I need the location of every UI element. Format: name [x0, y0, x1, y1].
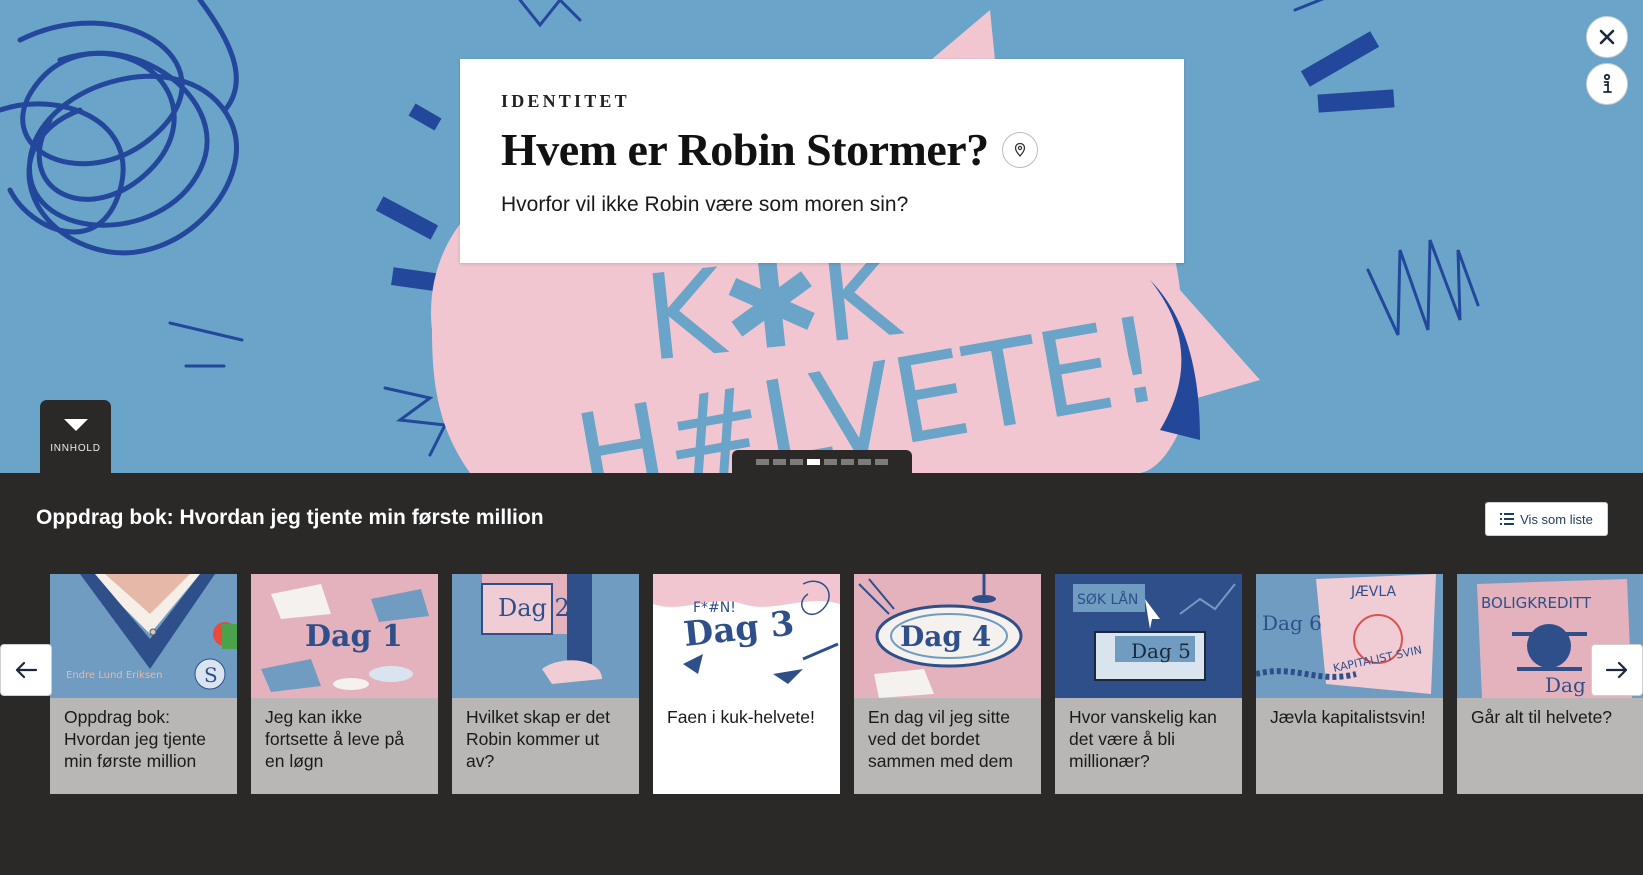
episode-title: Jævla kapitalistsvin!	[1270, 707, 1426, 727]
info-icon	[1603, 73, 1612, 93]
toc-label: INNHOLD	[50, 443, 101, 454]
show-as-list-label: Vis som liste	[1520, 511, 1593, 527]
pager-dot[interactable]	[824, 459, 837, 465]
thumb-day-text: Dag 6	[1262, 611, 1322, 635]
caret-down-icon	[63, 419, 88, 431]
svg-text:S: S	[204, 663, 218, 687]
story-category: IDENTITET	[501, 91, 630, 111]
episode-carousel: S Endre Lund Eriksen Oppdrag bok: Hvorda…	[50, 574, 1643, 794]
episode-title: Hvor vanskelig kan det være å bli millio…	[1069, 707, 1217, 771]
pager-dot[interactable]	[875, 459, 888, 465]
carousel-prev-button[interactable]	[0, 644, 52, 696]
thumb-extra-text: BOLIGKREDITT	[1481, 594, 1592, 612]
location-pin-icon	[1014, 142, 1025, 157]
episode-thumbnail: SØK LÅN Dag 5	[1055, 574, 1242, 698]
toc-toggle-button[interactable]: INNHOLD	[40, 400, 111, 473]
pager-dot[interactable]	[858, 459, 871, 465]
thumb-day-text: Dag 2	[498, 594, 570, 622]
pager-dot[interactable]	[807, 459, 820, 465]
pager-dot[interactable]	[756, 459, 769, 465]
pager-dot[interactable]	[790, 459, 803, 465]
episode-title: Faen i kuk-helvete!	[667, 707, 815, 727]
series-title: Oppdrag bok: Hvordan jeg tjente min førs…	[36, 506, 544, 529]
arrow-left-icon	[15, 661, 37, 679]
episode-thumbnail: S Endre Lund Eriksen	[50, 574, 237, 698]
story-subtitle: Hvorfor vil ikke Robin være som moren si…	[501, 193, 909, 216]
episode-title: En dag vil jeg sitte ved det bordet samm…	[868, 707, 1013, 771]
episode-thumbnail: Dag 1	[251, 574, 438, 698]
episode-card-dag-6[interactable]: JÆVLA KAPITALIST SVIN Dag 6 Jævla kapita…	[1256, 574, 1443, 794]
thumb-day-text: Dag 5	[1131, 639, 1191, 663]
episode-card-dag-4[interactable]: Dag 4 En dag vil jeg sitte ved det borde…	[854, 574, 1041, 794]
hero-banner: K✱K H#LVETE! IDENTITET Hvem er Robin Sto…	[0, 0, 1643, 473]
episode-card-dag-3[interactable]: F*#N! Dag 3 Faen i kuk-helvete!	[653, 574, 840, 794]
episode-thumbnail: JÆVLA KAPITALIST SVIN Dag 6	[1256, 574, 1443, 698]
arrow-right-icon	[1606, 661, 1628, 679]
pager-dot[interactable]	[773, 459, 786, 465]
close-button[interactable]	[1586, 16, 1628, 58]
thumb-day-text: Dag 1	[305, 619, 403, 654]
pager-dot[interactable]	[841, 459, 854, 465]
episode-title: Hvilket skap er det Robin kommer ut av?	[466, 707, 610, 771]
story-info-card: IDENTITET Hvem er Robin Stormer? Hvorfor…	[460, 59, 1184, 263]
episode-thumbnail: Dag 2	[452, 574, 639, 698]
close-icon	[1599, 29, 1615, 45]
thumb-extra-text: SØK LÅN	[1077, 591, 1138, 608]
thumb-day-text: Dag 4	[900, 620, 991, 653]
location-pin-button[interactable]	[1001, 131, 1038, 168]
episode-card-dag-1[interactable]: Dag 1 Jeg kan ikke fortsette å leve på e…	[251, 574, 438, 794]
thumb-author-text: Endre Lund Eriksen	[66, 670, 163, 681]
story-title: Hvem er Robin Stormer?	[501, 124, 989, 175]
episode-title: Jeg kan ikke fortsette å leve på en løgn	[265, 707, 405, 771]
info-button[interactable]	[1586, 63, 1628, 105]
episode-card-dag-2[interactable]: Dag 2 Hvilket skap er det Robin kommer u…	[452, 574, 639, 794]
episode-title: Oppdrag bok: Hvordan jeg tjente min førs…	[64, 707, 207, 771]
thumb-extra-text: JÆVLA	[1350, 584, 1396, 600]
episode-thumbnail: Dag 4	[854, 574, 1041, 698]
show-as-list-button[interactable]: Vis som liste	[1485, 502, 1608, 536]
episode-thumbnail: F*#N! Dag 3	[653, 574, 840, 698]
list-icon	[1500, 513, 1515, 525]
carousel-next-button[interactable]	[1591, 644, 1643, 696]
episode-card-intro[interactable]: S Endre Lund Eriksen Oppdrag bok: Hvorda…	[50, 574, 237, 794]
slide-pager	[732, 450, 912, 473]
episode-title: Går alt til helvete?	[1471, 707, 1613, 727]
episode-card-dag-5[interactable]: SØK LÅN Dag 5 Hvor vanskelig kan det vær…	[1055, 574, 1242, 794]
